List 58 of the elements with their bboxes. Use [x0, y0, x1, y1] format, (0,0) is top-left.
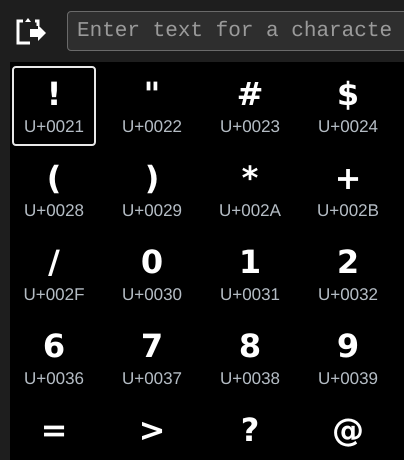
character-tile[interactable]: + U+002B	[306, 150, 390, 230]
character-glyph: 9	[336, 326, 360, 366]
character-tile[interactable]: 7 U+0037	[110, 318, 194, 398]
character-glyph: @	[332, 410, 364, 450]
character-glyph: "	[144, 74, 160, 114]
character-glyph: (	[46, 158, 62, 198]
code-point: U+0039	[318, 368, 378, 390]
character-glyph: ?	[240, 410, 260, 450]
character-tile[interactable]: ?	[208, 402, 292, 460]
character-glyph: /	[48, 242, 60, 282]
character-tile[interactable]: =	[12, 402, 96, 460]
code-point: U+002F	[24, 284, 84, 306]
character-glyph: =	[40, 410, 68, 450]
character-tile[interactable]: 0 U+0030	[110, 234, 194, 314]
character-tile[interactable]: >	[110, 402, 194, 460]
code-point: U+0030	[122, 284, 182, 306]
character-glyph: 0	[140, 242, 164, 282]
code-point: U+0021	[24, 116, 84, 138]
code-point: U+0028	[24, 200, 84, 222]
character-tile[interactable]: " U+0022	[110, 66, 194, 146]
character-glyph: 2	[336, 242, 360, 282]
paste-icon[interactable]	[14, 16, 48, 46]
code-point: U+002B	[317, 200, 379, 222]
character-tile[interactable]: * U+002A	[208, 150, 292, 230]
code-point: U+0022	[122, 116, 182, 138]
code-point: U+0038	[220, 368, 280, 390]
character-glyph: +	[334, 158, 362, 198]
character-glyph: 1	[238, 242, 262, 282]
character-glyph: *	[242, 158, 258, 198]
character-glyph: 7	[140, 326, 164, 366]
code-point: U+002A	[219, 200, 281, 222]
character-tile[interactable]: 1 U+0031	[208, 234, 292, 314]
character-tile[interactable]: / U+002F	[12, 234, 96, 314]
character-tile[interactable]: @	[306, 402, 390, 460]
character-glyph: 6	[42, 326, 66, 366]
character-tile[interactable]: ( U+0028	[12, 150, 96, 230]
code-point: U+0024	[318, 116, 378, 138]
character-tile[interactable]: $ U+0024	[306, 66, 390, 146]
character-tile[interactable]: 8 U+0038	[208, 318, 292, 398]
character-glyph: !	[46, 74, 62, 114]
code-point: U+0031	[220, 284, 280, 306]
character-tile[interactable]: ! U+0021	[12, 66, 96, 146]
character-glyph: $	[336, 74, 360, 114]
character-tile[interactable]: 6 U+0036	[12, 318, 96, 398]
character-glyph: )	[144, 158, 160, 198]
code-point: U+0036	[24, 368, 84, 390]
character-tile[interactable]: # U+0023	[208, 66, 292, 146]
search-field[interactable]: Enter text for a characte	[67, 11, 404, 51]
code-point: U+0037	[122, 368, 182, 390]
code-point: U+0029	[122, 200, 182, 222]
character-tile[interactable]: 2 U+0032	[306, 234, 390, 314]
character-glyph: >	[138, 410, 166, 450]
character-glyph: #	[236, 74, 264, 114]
character-tile[interactable]: ) U+0029	[110, 150, 194, 230]
character-glyph: 8	[238, 326, 262, 366]
code-point: U+0023	[220, 116, 280, 138]
character-tile[interactable]: 9 U+0039	[306, 318, 390, 398]
code-point: U+0032	[318, 284, 378, 306]
